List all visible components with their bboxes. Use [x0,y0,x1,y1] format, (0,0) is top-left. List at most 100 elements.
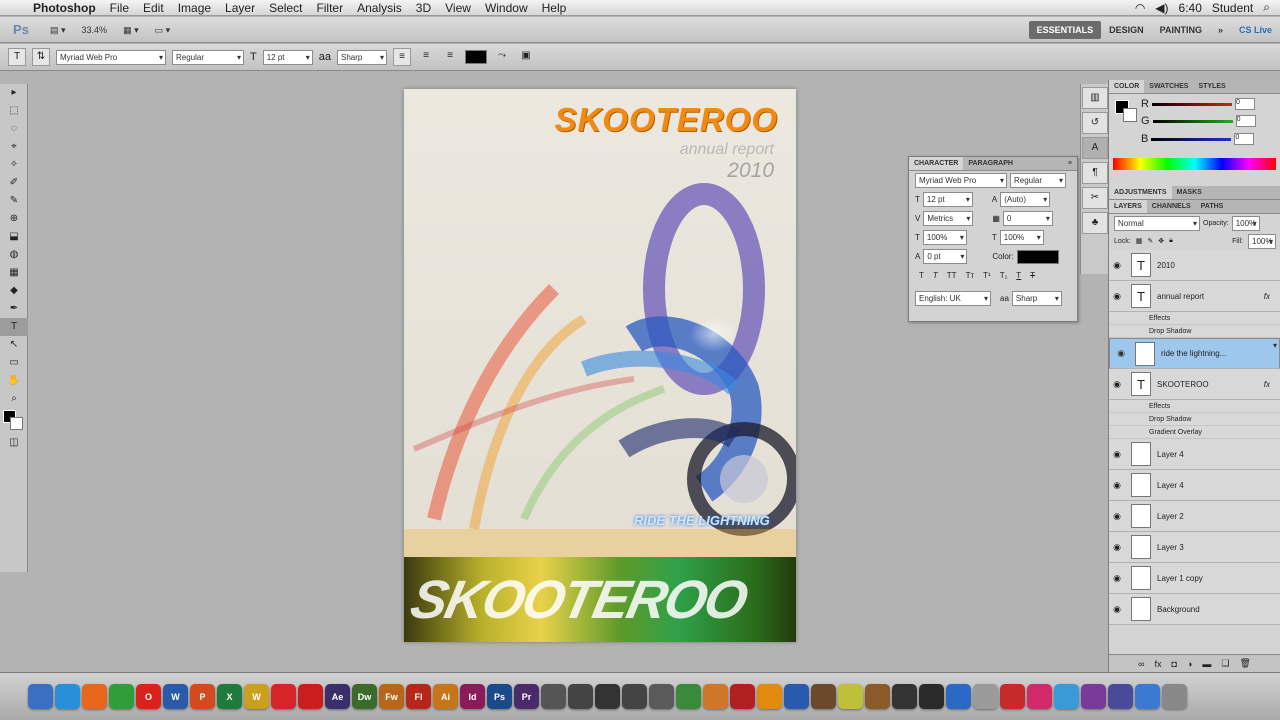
dock-app-icon[interactable]: Id [460,684,485,709]
dock-app-icon[interactable]: Fw [379,684,404,709]
layer-row[interactable]: ◉ Background [1109,594,1280,625]
color-spectrum-ramp[interactable] [1113,158,1276,170]
layer-visibility-eye-icon[interactable]: ◉ [1109,480,1125,491]
layer-effect-item[interactable]: Drop Shadow [1109,413,1280,426]
menu-3d[interactable]: 3D [409,1,438,15]
menu-image[interactable]: Image [171,1,218,15]
red-value[interactable]: 0 [1234,98,1255,110]
dock-app-icon[interactable]: O [136,684,161,709]
layer-row[interactable]: ◉ Layer 4 [1109,439,1280,470]
add-mask-icon[interactable]: ◘ [1172,659,1177,669]
char-font-style-select[interactable]: Regular [1010,173,1066,188]
dock-app-icon[interactable] [757,684,782,709]
shape-tool-icon[interactable]: ▭ [0,354,28,372]
layer-name[interactable]: 2010 [1157,261,1175,270]
layer-row[interactable]: ◉ Layer 3 [1109,532,1280,563]
layer-row[interactable]: ◉ Layer 4 [1109,470,1280,501]
new-group-icon[interactable]: ▬ [1202,659,1211,669]
layer-visibility-eye-icon[interactable]: ◉ [1109,511,1125,522]
pen-tool-icon[interactable]: ✒ [0,300,28,318]
new-layer-icon[interactable]: ❏ [1221,658,1229,669]
dock-app-icon[interactable] [1162,684,1187,709]
zoom-tool-icon[interactable]: ⌕ [0,390,28,408]
layer-visibility-eye-icon[interactable]: ◉ [1109,573,1125,584]
history-brush-tool-icon[interactable]: ⬓ [0,228,28,246]
layer-visibility-eye-icon[interactable]: ◉ [1109,291,1125,302]
dock-app-icon[interactable] [298,684,323,709]
char-hscale-input[interactable]: 100% [999,230,1044,245]
dock-app-icon[interactable] [28,684,53,709]
dock-app-icon[interactable] [55,684,80,709]
workspace-more[interactable]: » [1210,21,1231,39]
gradient-tool-icon[interactable]: ▦ [0,264,28,282]
lock-all-icon[interactable]: 🔒︎ [1169,237,1173,245]
layer-name[interactable]: SKOOTEROO [1157,380,1209,389]
layer-row[interactable]: ◉ T 2010 [1109,250,1280,281]
layer-row[interactable]: ◉ Tannual report fx [1109,281,1280,312]
layer-row[interactable]: ◉ ride the lightning... [1109,338,1280,369]
add-style-icon[interactable]: fx [1155,659,1162,669]
text-color-swatch[interactable] [464,50,487,64]
dock-app-icon[interactable] [919,684,944,709]
workspace-painting[interactable]: PAINTING [1152,21,1210,39]
lock-image-icon[interactable]: ✎ [1147,237,1153,245]
dock-app-icon[interactable]: X [217,684,242,709]
tab-layers[interactable]: LAYERS [1109,200,1147,213]
link-layers-icon[interactable]: ∞ [1138,659,1144,669]
spotlight-icon[interactable]: ⌕ [1263,0,1270,15]
dock-app-icon[interactable] [1054,684,1079,709]
menu-edit[interactable]: Edit [136,1,171,15]
menu-analysis[interactable]: Analysis [350,1,409,15]
layer-row[interactable]: ◉ T SKOOTEROO fx [1109,369,1280,400]
char-kerning-select[interactable]: Metrics [923,211,974,226]
path-selection-tool-icon[interactable]: ↖ [0,336,28,354]
dock-app-icon[interactable] [109,684,134,709]
dock-app-icon[interactable] [946,684,971,709]
foreground-background-colors[interactable] [0,408,28,434]
font-style-select[interactable]: Regular [172,49,244,65]
paragraph-panel-icon[interactable]: ¶ [1082,162,1108,184]
layer-fx-icon[interactable]: fx [1264,292,1270,301]
dock-app-icon[interactable] [865,684,890,709]
strikethrough-icon[interactable]: T [1030,271,1035,280]
blue-value[interactable]: 0 [1234,133,1255,145]
lock-position-icon[interactable]: ✥ [1158,237,1164,245]
type-tool-icon[interactable]: T [0,318,28,336]
layer-effect-item[interactable]: Gradient Overlay [1109,426,1280,439]
tab-swatches[interactable]: SWATCHES [1144,80,1193,93]
char-leading-select[interactable]: (Auto) [1000,192,1051,207]
menu-help[interactable]: Help [535,1,574,15]
tab-styles[interactable]: STYLES [1193,80,1230,93]
dock-app-icon[interactable] [649,684,674,709]
eyedropper-tool-icon[interactable]: ✐ [0,174,28,192]
layer-visibility-eye-icon[interactable]: ◉ [1113,347,1129,360]
dock-app-icon[interactable] [622,684,647,709]
cs-live-button[interactable]: CS Live [1231,21,1280,39]
dock-app-icon[interactable] [568,684,593,709]
opacity-input[interactable]: 100% [1231,215,1260,231]
blue-slider-track[interactable] [1151,137,1232,141]
layer-visibility-eye-icon[interactable]: ◉ [1109,449,1125,460]
move-tool-icon[interactable]: ▸ [0,84,28,102]
dock-app-icon[interactable] [595,684,620,709]
dock-app-icon[interactable] [973,684,998,709]
dock-app-icon[interactable]: W [244,684,269,709]
dock-app-icon[interactable] [271,684,296,709]
bridge-button[interactable]: ▤ ▾ [46,22,70,38]
layer-name[interactable]: Layer 4 [1157,450,1184,459]
antialias-select[interactable]: Sharp [336,49,387,65]
panel-menu-icon[interactable]: ≡ [1063,157,1077,170]
menu-app[interactable]: Photoshop [26,1,103,15]
layer-effect-item[interactable]: Effects [1109,400,1280,413]
layer-name[interactable]: Layer 1 copy [1157,574,1203,583]
font-family-select[interactable]: Myriad Web Pro [56,49,166,65]
faux-bold-icon[interactable]: T [919,271,924,280]
green-value[interactable]: 0 [1235,115,1256,127]
layer-row[interactable]: ◉ Layer 1 copy [1109,563,1280,594]
marquee-tool-icon[interactable]: ⬚ [0,102,28,120]
dock-app-icon[interactable]: Pr [514,684,539,709]
blur-tool-icon[interactable]: ◆ [0,282,28,300]
histogram-panel-icon[interactable]: ▥ [1082,87,1108,109]
workspace-design[interactable]: DESIGN [1101,21,1152,39]
dock-app-icon[interactable]: Fl [406,684,431,709]
